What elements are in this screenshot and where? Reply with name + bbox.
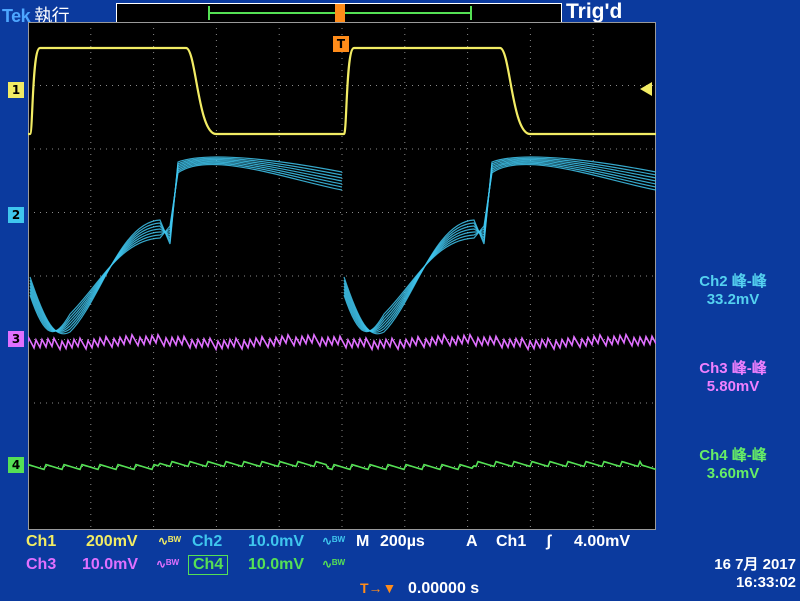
measurement-title: Ch4 峰-峰: [699, 447, 767, 464]
graticule-border: [28, 22, 656, 530]
trigger-position-marker: [335, 4, 345, 22]
ch3-scale[interactable]: 10.0mV: [82, 556, 138, 574]
date: 16 7月 2017: [714, 556, 796, 573]
trigger-position-value[interactable]: 0.00000 s: [408, 580, 479, 598]
ch3-pk-pk-measurement: Ch3 峰-峰 5.80mV: [668, 357, 798, 395]
timebase-label: M: [356, 533, 370, 550]
record-view-window: [116, 3, 562, 23]
ch4-waveform: [28, 459, 656, 471]
measurement-title: Ch3 峰-峰: [699, 360, 767, 377]
trigger-level-marker[interactable]: [640, 82, 652, 96]
ch2-waveform: [28, 161, 656, 332]
measurement-value: 5.80mV: [706, 378, 760, 395]
time: 16:33:02: [735, 574, 796, 591]
trigger-level[interactable]: 4.00mV: [574, 533, 630, 551]
measurement-title: Ch2 峰-峰: [699, 273, 767, 290]
ch1-label[interactable]: Ch1: [22, 533, 60, 551]
ch3-ground-marker[interactable]: 3: [8, 331, 24, 347]
ch2-bandwidth-icon: ∿ᴮᵂ: [322, 534, 346, 548]
record-view-graphic: [208, 4, 472, 22]
ch2-scale[interactable]: 10.0mV: [248, 533, 304, 551]
ch1-scale[interactable]: 200mV: [86, 533, 138, 551]
ch4-bandwidth-icon: ∿ᴮᵂ: [322, 557, 346, 571]
date-time: 16 7月 2017 16:33:02: [676, 556, 796, 592]
settings-row-2: Ch3 10.0mV ∿ᴮᵂ Ch4 10.0mV ∿ᴮᵂ: [0, 554, 660, 576]
ch1-waveform: [28, 46, 656, 136]
trigger-label: A: [466, 533, 478, 550]
ch4-pk-pk-measurement: Ch4 峰-峰 3.60mV: [668, 444, 798, 482]
ch3-waveform: [28, 332, 656, 352]
trigger-status: Trig'd: [566, 0, 623, 23]
timebase-value[interactable]: 200µs: [380, 533, 425, 551]
measurement-value: 33.2mV: [706, 291, 760, 308]
ch3-bandwidth-icon: ∿ᴮᵂ: [156, 557, 180, 571]
trigger-time-marker[interactable]: T: [333, 36, 349, 52]
ch1-ground-marker[interactable]: 1: [8, 82, 24, 98]
ch2-waveform: [28, 158, 656, 332]
ch2-pk-pk-measurement: Ch2 峰-峰 33.2mV: [668, 270, 798, 308]
trigger-position-icon: T→▼: [360, 580, 397, 596]
measurement-value: 3.60mV: [706, 465, 760, 482]
settings-row-1: Ch1 200mV ∿ᴮᵂ Ch2 10.0mV ∿ᴮᵂ M 200µs A C…: [0, 531, 660, 553]
ch3-label[interactable]: Ch3: [22, 556, 60, 574]
brand-name: Tek: [2, 6, 31, 26]
ch4-label[interactable]: Ch4: [188, 555, 229, 575]
graticule-svg: [28, 22, 656, 530]
trigger-slope-icon: ʃ: [546, 533, 552, 550]
ch2-ground-marker[interactable]: 2: [8, 207, 24, 223]
ch4-scale[interactable]: 10.0mV: [248, 556, 304, 574]
ch2-waveform: [28, 160, 656, 332]
ch2-label[interactable]: Ch2: [188, 533, 226, 551]
trigger-source[interactable]: Ch1: [496, 533, 526, 551]
waveform-display: [28, 22, 656, 530]
ch1-bandwidth-icon: ∿ᴮᵂ: [158, 534, 182, 548]
ch4-ground-marker[interactable]: 4: [8, 457, 24, 473]
